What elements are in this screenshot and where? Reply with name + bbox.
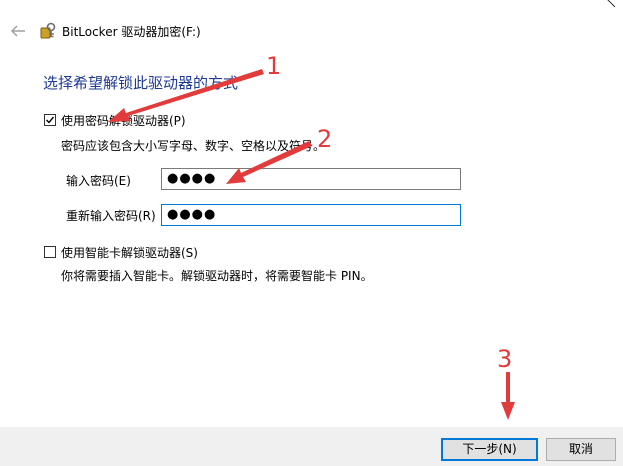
bitlocker-key-icon (39, 22, 57, 40)
reenter-password-field[interactable]: ●●●● (161, 204, 461, 226)
back-arrow-icon (10, 25, 25, 37)
window-title: BitLocker 驱动器加密(F:) (62, 25, 201, 39)
annotation-step-3: 3 (497, 345, 513, 373)
cancel-button[interactable]: 取消 (546, 438, 616, 461)
enter-password-field[interactable]: ●●●● (161, 168, 461, 190)
page-heading: 选择希望解锁此驱动器的方式 (43, 74, 239, 92)
annotation-step-2: 2 (317, 125, 333, 153)
annotation-step-1: 1 (266, 52, 282, 80)
smartcard-hint: 你将需要插入智能卡。解锁驱动器时，将需要智能卡 PIN。 (61, 269, 373, 283)
smartcard-checkbox[interactable] (44, 246, 56, 258)
back-button[interactable] (9, 23, 29, 39)
password-option-label[interactable]: 使用密码解锁驱动器(P) (61, 112, 186, 129)
smartcard-option-label[interactable]: 使用智能卡解锁驱动器(S) (61, 244, 198, 261)
annotation-arrow-3 (501, 372, 515, 420)
close-icon (607, 0, 616, 8)
password-checkbox[interactable] (44, 114, 56, 126)
checkmark-icon (46, 116, 55, 124)
next-button[interactable]: 下一步(N) (441, 438, 538, 461)
reenter-password-label: 重新输入密码(R) (66, 209, 156, 223)
password-hint: 密码应该包含大小写字母、数字、空格以及符号。 (61, 139, 326, 153)
enter-password-label: 输入密码(E) (66, 174, 131, 188)
close-button[interactable] (603, 0, 621, 12)
annotation-arrows (108, 69, 515, 420)
